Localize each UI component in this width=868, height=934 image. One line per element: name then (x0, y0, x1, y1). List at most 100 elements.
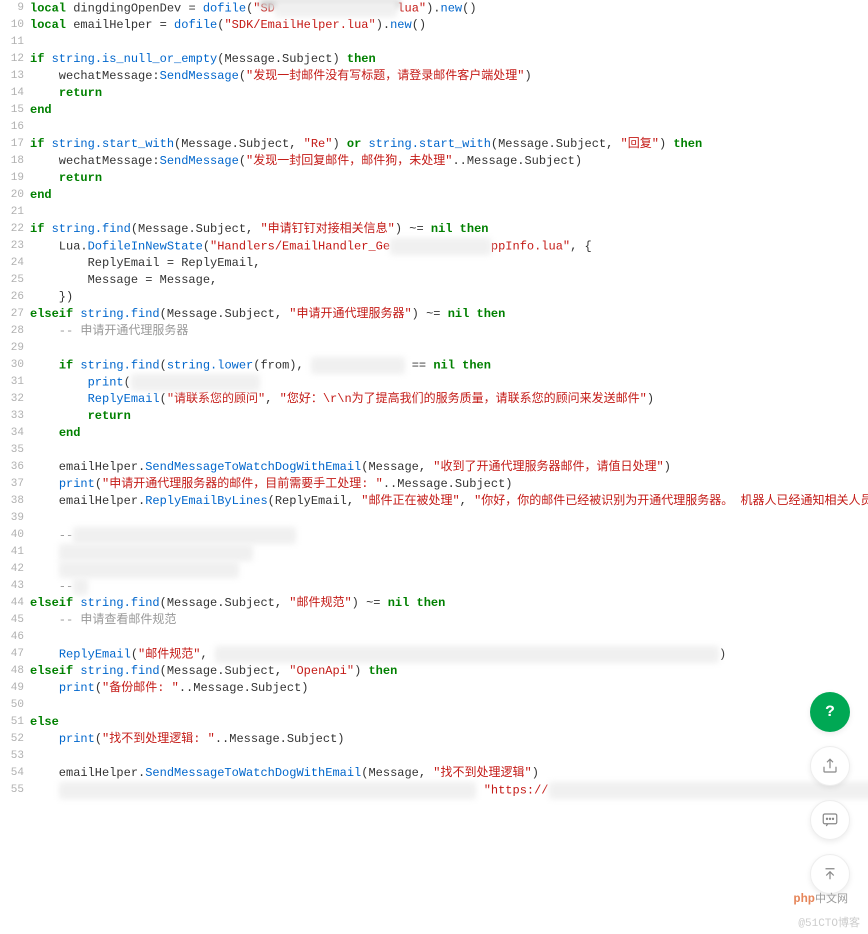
code-line[interactable]: if string.find(Message.Subject, "申请钉钉对接相… (30, 221, 868, 238)
line-number: 47 (0, 646, 24, 663)
share-button[interactable] (810, 746, 850, 786)
line-number: 51 (0, 714, 24, 731)
redacted-text: xxxxxxxxxxxxxxxxx (275, 0, 397, 17)
code-token (30, 546, 59, 560)
code-token: "Handlers/EmailHandler_Ge (210, 240, 390, 254)
code-line[interactable]: ReplyEmail("请联系您的顾问", "您好：\r\n为了提高我们的服务质… (30, 391, 868, 408)
code-line[interactable]: print("备份邮件: "..Message.Subject) (30, 680, 868, 697)
line-number: 15 (0, 102, 24, 119)
code-line[interactable] (30, 748, 868, 765)
code-line[interactable] (30, 442, 868, 459)
code-token (30, 681, 59, 695)
code-line[interactable]: xxxxxxxxxxxxxxxxxxxxxxxxx (30, 561, 868, 578)
code-line[interactable]: emailHelper.SendMessageToWatchDogWithEma… (30, 765, 868, 782)
code-token: (Message.Subject) (217, 52, 347, 66)
code-line[interactable]: return (30, 170, 868, 187)
code-token (30, 171, 59, 185)
code-token: ( (95, 732, 102, 746)
code-token: (Message.Subject, (174, 137, 304, 151)
code-line[interactable]: if string.is_null_or_empty(Message.Subje… (30, 51, 868, 68)
code-line[interactable]: wechatMessage:SendMessage("发现一封回复邮件，邮件狗，… (30, 153, 868, 170)
line-number: 27 (0, 306, 24, 323)
code-line[interactable]: else (30, 714, 868, 731)
code-token: ) (647, 392, 654, 406)
code-line[interactable]: ReplyEmail("邮件规范", xxxxxxxxxxxxxxxxxxxxx… (30, 646, 868, 663)
code-line[interactable]: --xxxxxxxxxxxxxxxxxxxxxxxxxxxxxxx (30, 527, 868, 544)
code-line[interactable]: print("申请开通代理服务器的邮件，目前需要手工处理: "..Message… (30, 476, 868, 493)
code-area[interactable]: local dingdingOpenDev = dofile("SDxxxxxx… (30, 0, 868, 934)
code-line[interactable]: elseif string.find(Message.Subject, "邮件规… (30, 595, 868, 612)
back-to-top-button[interactable] (810, 854, 850, 894)
code-line[interactable]: elseif string.find(Message.Subject, "申请开… (30, 306, 868, 323)
code-token: ( (239, 154, 246, 168)
code-line[interactable]: if string.find(string.lower(from), xxxxx… (30, 357, 868, 374)
code-line[interactable]: end (30, 425, 868, 442)
code-line[interactable]: return (30, 85, 868, 102)
code-token: ) (524, 69, 531, 83)
code-token: end (59, 426, 81, 440)
line-number: 45 (0, 612, 24, 629)
code-token: dofile (203, 2, 246, 16)
code-token: , (200, 648, 214, 662)
code-token: SendMessageToWatchDogWithEmail (145, 766, 361, 780)
code-line[interactable] (30, 119, 868, 136)
code-token: then (347, 52, 376, 66)
code-line[interactable] (30, 629, 868, 646)
code-line[interactable] (30, 204, 868, 221)
code-token: ppInfo.lua" (491, 240, 570, 254)
code-line[interactable]: local emailHelper = dofile("SDK/EmailHel… (30, 17, 868, 34)
code-line[interactable] (30, 697, 868, 714)
code-token: -- 申请查看邮件规范 (30, 613, 176, 627)
code-line[interactable]: }) (30, 289, 868, 306)
line-number: 24 (0, 255, 24, 272)
code-token: ..Message.Subject) (452, 154, 582, 168)
code-line[interactable]: xxxxxxxxxxxxxxxxxxxxxxxxxxx (30, 544, 868, 561)
code-token: string.find (80, 664, 159, 678)
code-token: ) (664, 460, 671, 474)
code-line[interactable]: print("找不到处理逻辑: "..Message.Subject) (30, 731, 868, 748)
code-token: if (30, 137, 44, 151)
code-token: else (30, 715, 59, 729)
code-line[interactable] (30, 34, 868, 51)
code-token: then (368, 664, 397, 678)
code-line[interactable]: wechatMessage:SendMessage("发现一封邮件没有写标题，请… (30, 68, 868, 85)
code-line[interactable]: local dingdingOpenDev = dofile("SDxxxxxx… (30, 0, 868, 17)
code-line[interactable]: -- 申请查看邮件规范 (30, 612, 868, 629)
code-line[interactable] (30, 510, 868, 527)
share-icon (821, 757, 839, 775)
code-line[interactable]: Lua.DofileInNewState("Handlers/EmailHand… (30, 238, 868, 255)
code-line[interactable]: xxxxxxxxxxxxxxxxxxxxxxxxxxxxxxxxxxxxxxxx… (30, 782, 868, 799)
code-token: ) (332, 137, 346, 151)
code-line[interactable] (30, 340, 868, 357)
code-line[interactable]: emailHelper.SendMessageToWatchDogWithEma… (30, 459, 868, 476)
code-line[interactable]: ReplyEmail = ReplyEmail, (30, 255, 868, 272)
code-token: ( (160, 359, 167, 373)
code-line[interactable]: if string.start_with(Message.Subject, "R… (30, 136, 868, 153)
code-token: SendMessage (160, 69, 239, 83)
comment-button[interactable] (810, 800, 850, 840)
arrow-up-icon (821, 865, 839, 883)
code-line[interactable]: -- 申请开通代理服务器 (30, 323, 868, 340)
code-token (30, 477, 59, 491)
help-button[interactable]: ? (810, 692, 850, 732)
code-line[interactable]: print(xxxxxxxxxxxxxxxxxx (30, 374, 868, 391)
line-number: 14 (0, 85, 24, 102)
code-token: () (462, 2, 476, 16)
code-token: elseif (30, 307, 73, 321)
line-number: 48 (0, 663, 24, 680)
code-token: print (59, 732, 95, 746)
line-number: 34 (0, 425, 24, 442)
code-line[interactable]: end (30, 187, 868, 204)
code-token: "备份邮件: " (102, 681, 179, 695)
code-token: return (59, 86, 102, 100)
code-line[interactable]: elseif string.find(Message.Subject, "Ope… (30, 663, 868, 680)
code-line[interactable]: emailHelper.ReplyEmailByLines(ReplyEmail… (30, 493, 868, 510)
code-token: ) (354, 664, 368, 678)
code-token: , (460, 494, 474, 508)
code-line[interactable]: Message = Message, (30, 272, 868, 289)
code-token: -- (30, 580, 73, 594)
code-line[interactable]: return (30, 408, 868, 425)
line-number: 18 (0, 153, 24, 170)
code-line[interactable]: --xx (30, 578, 868, 595)
code-line[interactable]: end (30, 102, 868, 119)
